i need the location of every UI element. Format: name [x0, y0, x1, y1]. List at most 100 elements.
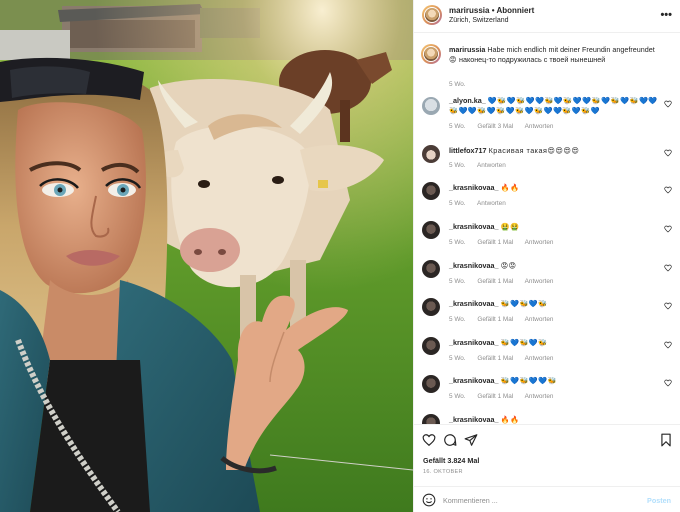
reply-link[interactable]: Antworten	[525, 123, 554, 130]
heart-icon[interactable]	[664, 341, 672, 349]
commenter-avatar[interactable]	[422, 260, 440, 278]
comment-row: _krasnikovaa_ 🔥🔥	[414, 413, 680, 424]
comment-time[interactable]: 5 Wo.	[449, 162, 466, 169]
commenter-avatar[interactable]	[422, 337, 440, 355]
comment-username[interactable]: _krasnikovaa_	[449, 261, 499, 270]
reply-link[interactable]: Antworten	[477, 162, 506, 169]
post-comment-button[interactable]: Posten	[647, 496, 671, 505]
commenter-avatar[interactable]	[422, 375, 440, 393]
comment-time[interactable]: 5 Wo.	[449, 316, 466, 323]
avatar[interactable]	[422, 5, 442, 25]
reply-link[interactable]: Antworten	[525, 355, 554, 362]
reply-link[interactable]: Antworten	[525, 278, 554, 285]
commenter-avatar[interactable]	[422, 97, 440, 115]
caption-username[interactable]: marirussia	[449, 45, 485, 54]
reply-link[interactable]: Antworten	[525, 239, 554, 246]
comment-row: _krasnikovaa_ 🔥🔥 5 Wo. Antworten	[414, 181, 680, 211]
comment-text: _krasnikovaa_ 🐝💙🐝💙🐝	[449, 338, 664, 348]
comment-text: _krasnikovaa_ 🐝💙🐝💙🐝	[449, 299, 664, 309]
caption-meta: 5 Wo.	[449, 81, 476, 88]
comment-username[interactable]: _alyon.ka_	[449, 96, 486, 105]
comment-text: _krasnikovaa_ 🔥🔥	[449, 415, 664, 424]
reply-link[interactable]: Antworten	[525, 316, 554, 323]
comment-likes[interactable]: Gefällt 1 Mal	[477, 393, 513, 400]
post-sidebar: marirussia • Abonniert Zürich, Switzerla…	[413, 0, 680, 512]
comment-time[interactable]: 5 Wo.	[449, 239, 466, 246]
comment-content: 🔥🔥	[500, 415, 520, 424]
comment-username[interactable]: _krasnikovaa_	[449, 376, 499, 385]
comment-text: _krasnikovaa_ 🐝💙🐝💙💙🐝	[449, 376, 664, 386]
comment-likes[interactable]: Gefällt 3 Mal	[477, 123, 513, 130]
location-link[interactable]: Zürich, Switzerland	[449, 17, 509, 24]
instagram-post: marirussia • Abonniert Zürich, Switzerla…	[0, 0, 680, 512]
commenter-avatar[interactable]	[422, 298, 440, 316]
heart-icon[interactable]	[664, 186, 672, 194]
comment-content: 🐝💙🐝💙🐝	[500, 299, 548, 308]
comment-meta: 5 Wo. Gefällt 1 Mal Antworten	[449, 393, 563, 400]
smiley-icon[interactable]	[422, 493, 436, 507]
bookmark-icon[interactable]	[659, 433, 673, 447]
comment-row: littlefox717 Красивая такая😍😍😍😍 5 Wo. An…	[414, 143, 680, 173]
comment-time[interactable]: 5 Wo.	[449, 393, 466, 400]
post-photo[interactable]	[0, 0, 413, 512]
caption-time[interactable]: 5 Wo.	[449, 81, 466, 88]
comment-meta: 5 Wo. Gefällt 1 Mal Antworten	[449, 355, 563, 362]
post-header: marirussia • Abonniert Zürich, Switzerla…	[414, 0, 680, 33]
comment-time[interactable]: 5 Wo.	[449, 200, 466, 207]
heart-icon[interactable]	[664, 100, 672, 108]
post-date[interactable]: 16. OKTOBER	[423, 469, 463, 475]
reply-link[interactable]: Antworten	[525, 393, 554, 400]
heart-icon[interactable]	[664, 264, 672, 272]
commenter-avatar[interactable]	[422, 221, 440, 239]
heart-icon[interactable]	[664, 302, 672, 310]
caption-text: marirussia Habe mich endlich mit deiner …	[449, 45, 664, 65]
caption-emoji: 😡	[449, 55, 457, 64]
comment-username[interactable]: _krasnikovaa_	[449, 222, 499, 231]
reply-link[interactable]: Antworten	[477, 200, 506, 207]
post-author: marirussia • Abonniert	[449, 6, 534, 15]
caption: marirussia Habe mich endlich mit deiner …	[414, 40, 680, 90]
heart-icon[interactable]	[422, 433, 436, 447]
like-count[interactable]: Gefällt 3.824 Mal	[423, 456, 479, 465]
avatar[interactable]	[421, 44, 441, 64]
comment-row: _krasnikovaa_ 🤮🤮 5 Wo. Gefällt 1 Mal Ant…	[414, 220, 680, 250]
comment-username[interactable]: littlefox717	[449, 146, 487, 155]
comment-username[interactable]: _krasnikovaa_	[449, 299, 499, 308]
follow-status[interactable]: Abonniert	[496, 6, 534, 15]
heart-icon[interactable]	[664, 225, 672, 233]
comment-likes[interactable]: Gefällt 1 Mal	[477, 278, 513, 285]
comment-likes[interactable]: Gefällt 1 Mal	[477, 239, 513, 246]
more-horizontal-icon[interactable]: •••	[660, 9, 672, 21]
comment-row: _krasnikovaa_ 🐝💙🐝💙🐝 5 Wo. Gefällt 1 Mal …	[414, 336, 680, 366]
comment-likes[interactable]: Gefällt 1 Mal	[477, 316, 513, 323]
comment-username[interactable]: _krasnikovaa_	[449, 415, 499, 424]
comments-list[interactable]: marirussia Habe mich endlich mit deiner …	[414, 34, 680, 424]
comment-icon[interactable]	[443, 433, 457, 447]
comment-meta: 5 Wo. Gefällt 1 Mal Antworten	[449, 278, 563, 285]
heart-icon[interactable]	[664, 149, 672, 157]
comment-content: 🐝💙🐝💙💙🐝	[500, 376, 558, 385]
comment-username[interactable]: _krasnikovaa_	[449, 183, 499, 192]
commenter-avatar[interactable]	[422, 145, 440, 163]
heart-icon[interactable]	[664, 379, 672, 387]
comment-text: _krasnikovaa_ 🔥🔥	[449, 183, 664, 193]
comment-meta: 5 Wo. Gefällt 1 Mal Antworten	[449, 239, 563, 246]
comment-row: _krasnikovaa_ 😡😡 5 Wo. Gefällt 1 Mal Ant…	[414, 259, 680, 289]
comment-input[interactable]: Kommentieren ...	[443, 496, 498, 505]
comment-time[interactable]: 5 Wo.	[449, 278, 466, 285]
comment-time[interactable]: 5 Wo.	[449, 355, 466, 362]
comment-time[interactable]: 5 Wo.	[449, 123, 466, 130]
commenter-avatar[interactable]	[422, 414, 440, 424]
comment-content: 🐝💙🐝💙🐝	[500, 338, 548, 347]
comment-likes[interactable]: Gefällt 1 Mal	[477, 355, 513, 362]
share-icon[interactable]	[464, 433, 478, 447]
commenter-avatar[interactable]	[422, 182, 440, 200]
comment-row: _alyon.ka_ 💙🐝💙🐝💙💙🐝💙🐝💙💙🐝💙🐝💙🐝💙💙🐝💙💙🐝💙🐝💙🐝💙🐝💙…	[414, 94, 680, 134]
comment-meta: 5 Wo. Antworten	[449, 200, 516, 207]
comment-username[interactable]: _krasnikovaa_	[449, 338, 499, 347]
username-link[interactable]: marirussia	[449, 6, 489, 15]
comment-row: _krasnikovaa_ 🐝💙🐝💙🐝 5 Wo. Gefällt 1 Mal …	[414, 297, 680, 327]
comment-meta: 5 Wo. Gefällt 1 Mal Antworten	[449, 316, 563, 323]
comment-row: _krasnikovaa_ 🐝💙🐝💙💙🐝 5 Wo. Gefällt 1 Mal…	[414, 374, 680, 404]
separator-dot: •	[491, 6, 495, 15]
